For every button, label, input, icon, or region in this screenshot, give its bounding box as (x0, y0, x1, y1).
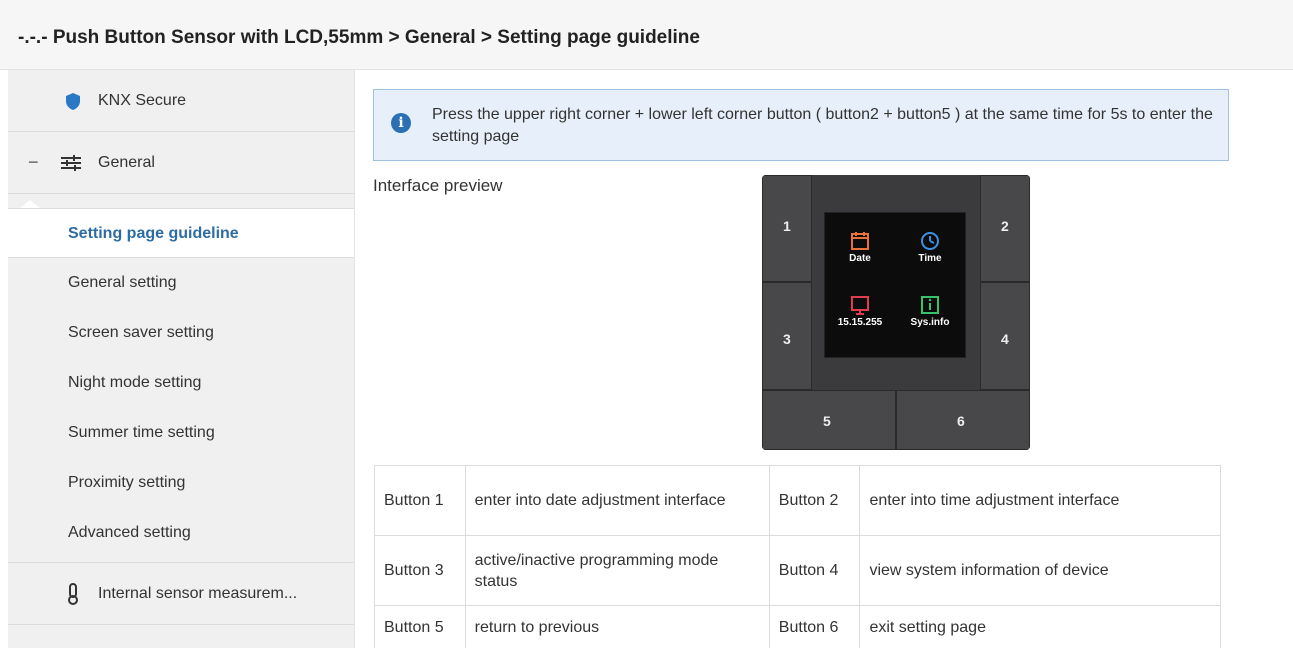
sidebar-item-summer-time-setting[interactable]: Summer time setting (8, 408, 354, 458)
sidebar-item-internal-sensor[interactable]: Internal sensor measurem... (8, 563, 354, 625)
tile-ets: 15.15.255 (835, 295, 885, 328)
calendar-icon (835, 231, 885, 253)
header-bar: -.-.- Push Button Sensor with LCD,55mm >… (0, 0, 1293, 70)
table-cell: Button 6 (768, 605, 861, 648)
ets-icon (835, 295, 885, 317)
sidebar-item-label: Advanced setting (68, 524, 191, 541)
tile-date: Date (835, 231, 885, 264)
table-row: Button 1 enter into date adjustment inte… (374, 465, 1221, 536)
table-cell: Button 2 (768, 465, 861, 536)
main-content: i Press the upper right corner + lower l… (356, 70, 1293, 648)
sidebar-item-setting-page-guideline[interactable]: Setting page guideline (8, 208, 354, 258)
breadcrumb: -.-.- Push Button Sensor with LCD,55mm >… (18, 27, 700, 48)
shield-icon (64, 92, 82, 116)
table-cell: enter into date adjustment interface (464, 465, 770, 536)
info-box-icon (905, 295, 955, 317)
sidebar-item-label: Summer time setting (68, 424, 215, 441)
active-indicator (20, 200, 40, 208)
table-cell: view system information of device (859, 535, 1221, 606)
device-button-5: 5 (762, 390, 896, 450)
table-cell: Button 3 (374, 535, 466, 606)
device-button-2: 2 (980, 175, 1030, 282)
device-button-3: 3 (762, 282, 812, 390)
table-row: Button 3 active/inactive programming mod… (374, 535, 1221, 606)
device-preview-image: 1 2 3 4 5 6 Date Time 15.15.255 Sys.info (762, 175, 1030, 450)
sliders-icon (60, 154, 82, 177)
sidebar-item-general-setting[interactable]: General setting (8, 258, 354, 308)
table-cell: enter into time adjustment interface (859, 465, 1221, 536)
sidebar-item-label: General setting (68, 274, 177, 291)
table-row: Button 5 return to previous Button 6 exi… (374, 605, 1221, 648)
sidebar-item-label: KNX Secure (98, 92, 187, 109)
thermometer-icon (66, 583, 80, 610)
info-icon: i (391, 113, 411, 133)
info-banner: i Press the upper right corner + lower l… (373, 89, 1229, 161)
sidebar-item-label: Night mode setting (68, 374, 202, 391)
table-cell: Button 5 (374, 605, 466, 648)
sidebar-item-proximity-setting[interactable]: Proximity setting (8, 458, 354, 508)
tile-time: Time (905, 231, 955, 264)
device-lcd-screen: Date Time 15.15.255 Sys.info (824, 212, 966, 358)
table-cell: return to previous (464, 605, 770, 648)
sidebar-item-label: Proximity setting (68, 474, 186, 491)
interface-preview-label: Interface preview (373, 176, 503, 195)
sidebar-item-screen-saver-setting[interactable]: Screen saver setting (8, 308, 354, 358)
sidebar-item-label: Screen saver setting (68, 324, 214, 341)
table-cell: Button 4 (768, 535, 861, 606)
device-button-6: 6 (896, 390, 1030, 450)
table-cell: exit setting page (859, 605, 1221, 648)
tile-sys-info: Sys.info (905, 295, 955, 328)
button-function-table: Button 1 enter into date adjustment inte… (374, 465, 1221, 648)
sidebar-item-knx-secure[interactable]: KNX Secure (8, 70, 354, 132)
info-text: Press the upper right corner + lower lef… (432, 106, 1213, 145)
device-button-4: 4 (980, 282, 1030, 390)
sidebar-item-night-mode-setting[interactable]: Night mode setting (8, 358, 354, 408)
table-cell: active/inactive programming mode status (464, 535, 770, 606)
sidebar-item-general[interactable]: − General (8, 132, 354, 194)
sidebar-item-advanced-setting[interactable]: Advanced setting (8, 508, 354, 563)
table-cell: Button 1 (374, 465, 466, 536)
device-button-1: 1 (762, 175, 812, 282)
sidebar: KNX Secure − General Setting page guidel… (8, 70, 355, 648)
sidebar-item-label: Setting page guideline (68, 225, 239, 242)
clock-icon (905, 231, 955, 253)
collapse-icon[interactable]: − (28, 152, 39, 173)
sidebar-item-label: General (98, 154, 155, 171)
sidebar-item-label: Internal sensor measurem... (98, 585, 298, 602)
